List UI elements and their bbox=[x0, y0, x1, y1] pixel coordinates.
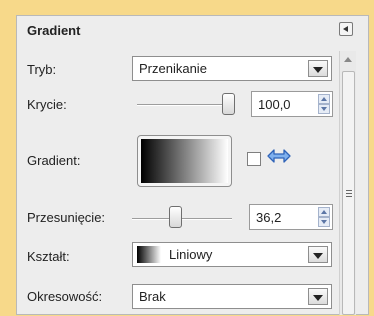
offset-slider-thumb[interactable] bbox=[169, 206, 182, 228]
repeat-label: Okresowość: bbox=[27, 289, 103, 304]
spin-up-icon[interactable] bbox=[318, 207, 330, 217]
gradient-label: Gradient: bbox=[27, 153, 81, 168]
spin-up-icon[interactable] bbox=[318, 94, 330, 104]
grip-line bbox=[346, 190, 352, 191]
grip-line bbox=[346, 196, 352, 197]
opacity-slider-track[interactable] bbox=[137, 104, 234, 106]
grip-line bbox=[346, 193, 352, 194]
spin-down-icon[interactable] bbox=[318, 104, 330, 114]
chevron-down-icon[interactable] bbox=[308, 60, 328, 77]
reverse-gradient-checkbox[interactable] bbox=[247, 152, 261, 166]
vertical-scrollbar[interactable] bbox=[339, 51, 356, 315]
gradient-swatch bbox=[141, 139, 228, 183]
mode-dropdown[interactable]: Przenikanie bbox=[132, 56, 332, 81]
gradient-preview-button[interactable] bbox=[137, 135, 232, 187]
chevron-down-icon[interactable] bbox=[308, 288, 328, 305]
mode-label: Tryb: bbox=[27, 62, 57, 77]
opacity-slider-thumb[interactable] bbox=[222, 93, 235, 115]
tool-options-panel: Gradient Tryb: Przenikanie Krycie: 100,0… bbox=[16, 15, 369, 315]
offset-value: 36,2 bbox=[256, 210, 282, 225]
shape-dropdown[interactable]: Liniowy bbox=[132, 242, 332, 267]
shape-value: Liniowy bbox=[169, 247, 213, 262]
panel-title: Gradient bbox=[27, 23, 81, 38]
scrollbar-thumb[interactable] bbox=[342, 71, 355, 315]
opacity-label: Krycie: bbox=[27, 97, 67, 112]
opacity-spinbox[interactable]: 100,0 bbox=[251, 91, 333, 117]
offset-slider-track[interactable] bbox=[132, 218, 232, 220]
chevron-down-icon[interactable] bbox=[308, 246, 328, 263]
opacity-value: 100,0 bbox=[258, 97, 291, 112]
scroll-up-icon[interactable] bbox=[340, 51, 356, 67]
linear-gradient-icon bbox=[137, 246, 161, 263]
panel-menu-button[interactable] bbox=[339, 22, 353, 36]
offset-spinbox[interactable]: 36,2 bbox=[249, 204, 333, 230]
shape-label: Kształt: bbox=[27, 249, 70, 264]
offset-label: Przesunięcie: bbox=[27, 210, 106, 225]
swap-arrows-icon[interactable] bbox=[267, 146, 291, 166]
repeat-value: Brak bbox=[139, 289, 166, 304]
repeat-dropdown[interactable]: Brak bbox=[132, 284, 332, 309]
spin-down-icon[interactable] bbox=[318, 217, 330, 227]
mode-value: Przenikanie bbox=[139, 61, 207, 76]
